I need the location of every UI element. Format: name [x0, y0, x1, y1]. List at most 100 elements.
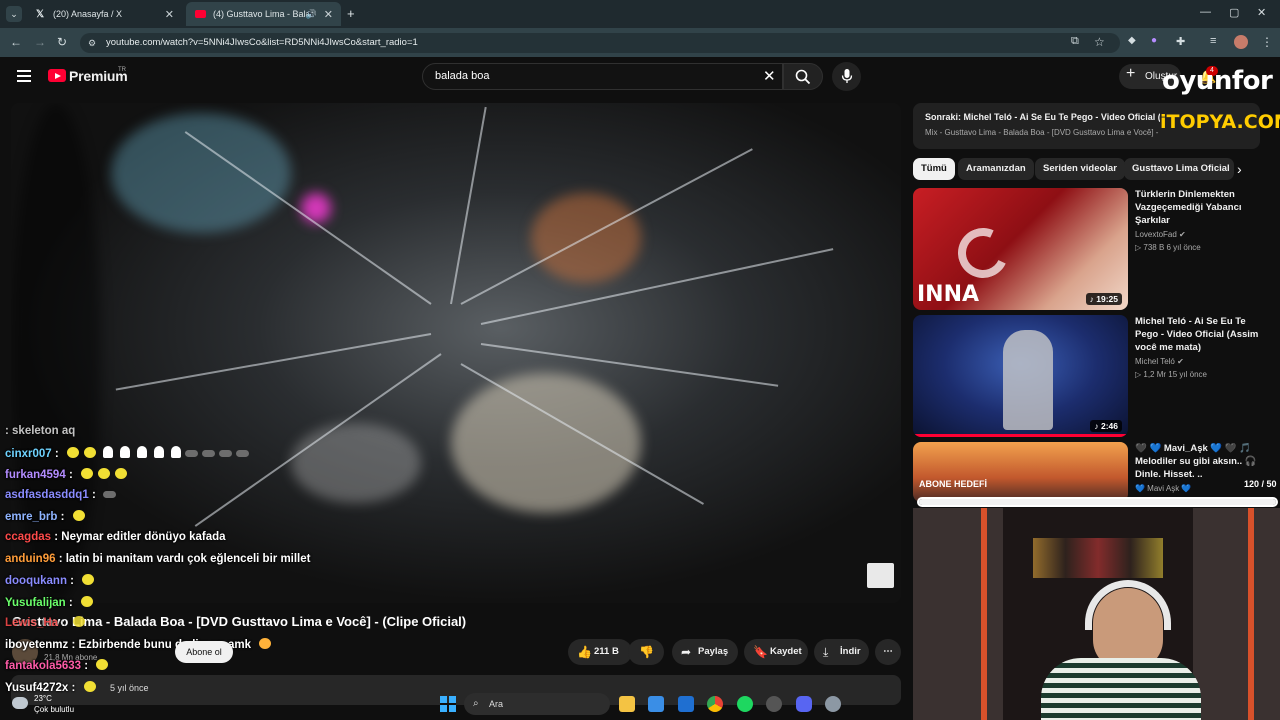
ghost-emote-icon	[136, 446, 147, 458]
menu-icon[interactable]	[17, 70, 31, 82]
sponsor-logo: oyunfor	[1162, 66, 1273, 96]
cloud-emote-icon	[235, 450, 249, 457]
video-thumbnail[interactable]: INNA ♪ 19:25	[913, 188, 1128, 310]
store-icon[interactable]	[648, 696, 664, 712]
emote-icon	[96, 659, 109, 670]
performer-figure	[1003, 330, 1053, 430]
emote-icon	[259, 638, 272, 649]
chip-channel[interactable]: Gusttavo Lima Oficial	[1124, 158, 1234, 180]
windows-start-icon[interactable]	[440, 696, 456, 712]
forward-icon[interactable]: →	[34, 35, 46, 49]
back-icon[interactable]: ←	[10, 35, 22, 49]
chat-message: ccagdas : Neymar editler dönüyo kafada	[5, 531, 226, 543]
chip-from-search[interactable]: Aramanızdan	[958, 158, 1034, 180]
voice-search-button[interactable]	[832, 62, 861, 91]
video-player[interactable]	[11, 103, 901, 603]
settings-icon[interactable]	[825, 696, 841, 712]
chat-message: Yusufalijan :	[5, 596, 93, 609]
mail-icon[interactable]	[678, 696, 694, 712]
chat-text: :	[60, 511, 65, 523]
browser-menu-icon[interactable]: ⋮	[1261, 35, 1273, 49]
figurines	[1033, 538, 1163, 578]
video-duration: ♪ 19:25	[1085, 293, 1122, 305]
speaker-icon[interactable]: 🔊	[306, 9, 317, 20]
save-button[interactable]: 🔖 Kaydet	[744, 639, 808, 665]
discord-icon[interactable]	[796, 696, 812, 712]
subscribe-button[interactable]: Abone ol	[175, 641, 233, 663]
weather-description[interactable]: Çok bulutlu	[34, 705, 74, 714]
duration-text: 2:46	[1100, 421, 1118, 431]
address-bar[interactable]: ⚙ youtube.com/watch?v=5NNi4JIwsCo&list=R…	[80, 33, 1120, 53]
spotify-icon[interactable]	[737, 696, 753, 712]
file-explorer-icon[interactable]	[619, 696, 635, 712]
tab-search-button[interactable]: ⌄	[6, 6, 22, 22]
channel-name[interactable]: LovextoFad ✔	[1135, 230, 1186, 239]
chat-message: emre_brb :	[5, 510, 85, 523]
video-frame-blur	[111, 113, 291, 233]
tab-youtube[interactable]: (4) Gusttavo Lima - Balada 🔊 ✕	[186, 2, 341, 26]
chat-message: cinxr007 :	[5, 446, 249, 460]
close-window-icon[interactable]: ✕	[1257, 6, 1266, 19]
channel-watermark[interactable]	[867, 563, 894, 588]
search-icon	[795, 69, 811, 85]
neon-light	[981, 508, 987, 720]
taskbar-search-input[interactable]: Ara	[464, 693, 610, 715]
maximize-icon[interactable]: ▢	[1229, 6, 1239, 19]
chip-all[interactable]: Tümü	[913, 158, 955, 180]
ghost-emote-icon	[102, 446, 113, 458]
chat-text: :	[68, 469, 73, 481]
video-title[interactable]: 🖤 💙 Mavi_Aşk 💙 🖤 🎵 Melodiler su gibi aks…	[1135, 442, 1260, 481]
youtube-logo-icon[interactable]	[48, 69, 66, 82]
tab-close-icon[interactable]: ✕	[324, 8, 333, 21]
chevron-right-icon[interactable]: ›	[1237, 161, 1242, 177]
bookmark-star-icon[interactable]: ☆	[1094, 35, 1105, 49]
chat-message: Yusuf4272x :	[5, 681, 96, 694]
microphone-icon	[841, 69, 853, 83]
search-input[interactable]: balada boa	[422, 63, 783, 90]
app-icon[interactable]	[766, 696, 782, 712]
url-text: youtube.com/watch?v=5NNi4JIwsCo&list=RD5…	[106, 37, 418, 48]
chat-text: :	[70, 575, 75, 587]
chat-message: fantakola5633 :	[5, 659, 109, 672]
video-thumbnail[interactable]	[913, 442, 1128, 502]
site-info-icon[interactable]: ⚙	[88, 33, 96, 53]
video-title[interactable]: Türklerin Dinlemekten Vazgeçemediği Yaba…	[1135, 188, 1260, 227]
dislike-button[interactable]: 👎	[628, 639, 664, 665]
install-icon[interactable]: ⧉	[1071, 35, 1079, 48]
chip-from-series[interactable]: Seriden videolar	[1035, 158, 1125, 180]
channel-name-text: Michel Teló	[1135, 357, 1175, 366]
profile-avatar[interactable]	[1234, 35, 1248, 49]
channel-name[interactable]: Michel Teló ✔	[1135, 357, 1184, 366]
share-button[interactable]: ➦ Paylaş	[672, 639, 738, 665]
like-count: 211 B	[594, 646, 619, 657]
like-button[interactable]: 👍 211 B	[568, 639, 632, 665]
extensions-puzzle-icon[interactable]: ✚	[1176, 35, 1185, 48]
weather-temperature[interactable]: 23°C	[34, 694, 52, 703]
streamer-shirt	[1041, 658, 1201, 720]
new-tab-button[interactable]: +	[347, 6, 355, 21]
extension-icon[interactable]: ◆	[1128, 35, 1136, 46]
tab-twitter[interactable]: 𝕏 (20) Anasayfa / X ✕	[26, 2, 182, 26]
emote-icon	[97, 468, 110, 479]
chrome-icon[interactable]	[707, 696, 723, 712]
video-title[interactable]: Michel Teló - Ai Se Eu Te Pego - Video O…	[1135, 315, 1260, 354]
clear-search-icon[interactable]: ✕	[763, 67, 776, 85]
search-button[interactable]	[783, 63, 823, 90]
media-control-icon[interactable]: ≡	[1210, 35, 1216, 47]
share-icon: ➦	[681, 645, 692, 659]
chat-message: anduin96 : latin bi manitam vardı çok eğ…	[5, 553, 310, 565]
up-next-title[interactable]: Sonraki: Michel Teló - Ai Se Eu Te Pego …	[925, 112, 1160, 122]
chat-user: furkan4594	[5, 469, 66, 481]
channel-name[interactable]: 💙 Mavi Aşk 💙	[1135, 484, 1191, 493]
more-actions-button[interactable]: ⋯	[875, 639, 901, 665]
reload-icon[interactable]: ↻	[57, 35, 67, 49]
extension-icon[interactable]: ●	[1151, 35, 1157, 46]
tab-close-icon[interactable]: ✕	[165, 8, 174, 21]
minimize-icon[interactable]: —	[1200, 6, 1211, 18]
weather-icon[interactable]	[12, 697, 28, 709]
video-thumbnail[interactable]: ♪ 2:46	[913, 315, 1128, 437]
download-button[interactable]: ⤓ İndir	[814, 639, 869, 665]
chat-user: Yusufalijan	[5, 597, 66, 609]
chat-text: :	[61, 617, 66, 629]
video-frame-blur	[11, 103, 101, 603]
